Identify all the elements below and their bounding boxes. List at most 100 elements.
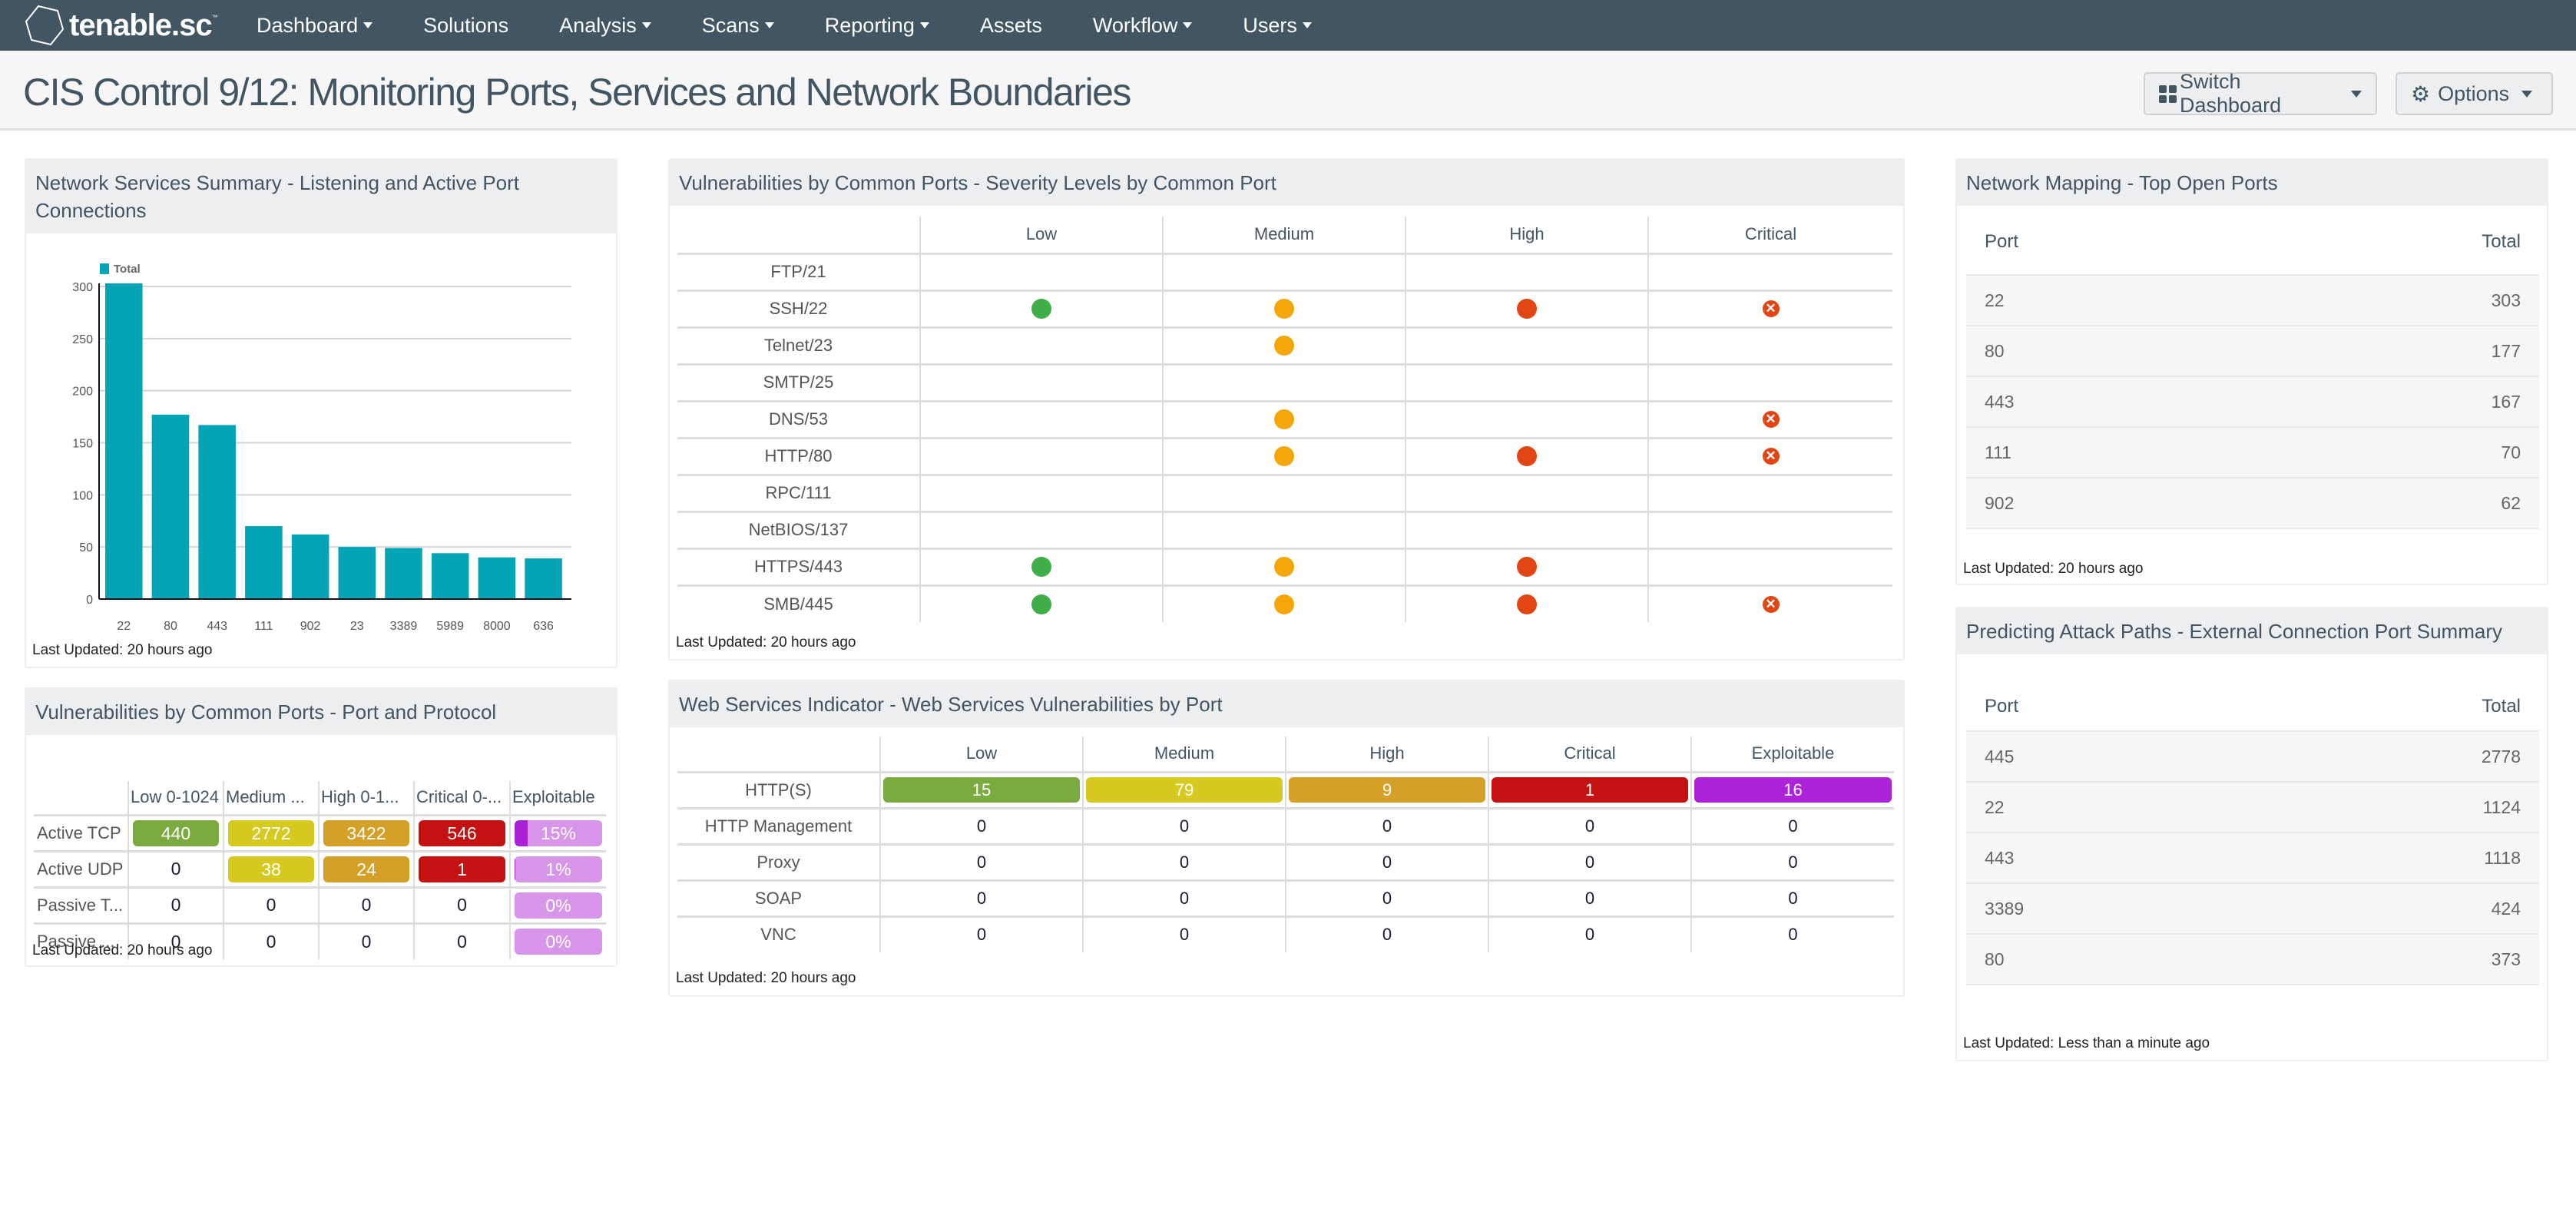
bar-port-23[interactable] <box>338 547 376 599</box>
table-row[interactable]: 445 2778 <box>1966 730 2539 782</box>
high-count[interactable]: 0 <box>1382 925 1392 944</box>
high-count-badge[interactable]: 24 <box>323 856 409 882</box>
critical-count[interactable]: 0 <box>1585 889 1594 908</box>
medium-count[interactable]: 0 <box>267 932 276 952</box>
bar-port-111[interactable] <box>245 526 283 599</box>
panel-title[interactable]: Vulnerabilities by Common Ports - Severi… <box>670 160 1903 206</box>
low-count[interactable]: 0 <box>171 895 181 915</box>
low-count[interactable]: 0 <box>977 925 986 944</box>
panel-title[interactable]: Vulnerabilities by Common Ports - Port a… <box>26 689 616 735</box>
column-header-total[interactable]: Total <box>2253 682 2539 731</box>
bar-port-636[interactable] <box>525 558 562 599</box>
critical-x-circle-icon[interactable]: ✕ <box>1762 300 1780 317</box>
medium-count[interactable]: 0 <box>1180 889 1189 908</box>
table-row[interactable]: 80 177 <box>1966 325 2539 376</box>
exploitable-progress-bar[interactable]: 0% <box>515 892 602 919</box>
high-count[interactable]: 0 <box>1382 816 1392 836</box>
high-severity-dot-icon[interactable] <box>1517 557 1537 577</box>
low-count-badge[interactable]: 440 <box>133 819 219 846</box>
high-severity-dot-icon[interactable] <box>1517 594 1537 614</box>
column-header[interactable]: Critical 0-... <box>413 781 510 816</box>
high-count[interactable]: 0 <box>1382 852 1392 872</box>
bar-port-3389[interactable] <box>385 548 422 599</box>
bar-port-80[interactable] <box>151 414 190 599</box>
column-header-total[interactable]: Total <box>2243 209 2539 275</box>
nav-item-assets[interactable]: Assets <box>980 14 1042 38</box>
table-row[interactable]: 80 373 <box>1966 933 2539 985</box>
medium-severity-dot-icon[interactable] <box>1274 557 1294 577</box>
bar-port-22[interactable] <box>105 283 143 599</box>
critical-count[interactable]: 0 <box>457 895 467 915</box>
row-label[interactable]: Active TCP <box>34 815 128 852</box>
column-header[interactable]: High 0-1... <box>318 781 414 816</box>
low-count[interactable]: 0 <box>171 859 181 879</box>
medium-count-badge[interactable]: 79 <box>1086 777 1283 803</box>
nav-item-workflow[interactable]: Workflow <box>1093 14 1193 38</box>
switch-dashboard-button[interactable]: Switch Dashboard <box>2144 70 2377 117</box>
exploitable-count[interactable]: 0 <box>1788 816 1797 836</box>
high-count[interactable]: 0 <box>1382 889 1392 908</box>
nav-item-users[interactable]: Users <box>1243 14 1312 38</box>
table-row[interactable]: 443 167 <box>1966 376 2539 427</box>
critical-count[interactable]: 0 <box>1585 816 1594 836</box>
row-label[interactable]: Passive T... <box>34 887 128 925</box>
medium-severity-dot-icon[interactable] <box>1274 336 1294 356</box>
medium-count[interactable]: 0 <box>1180 925 1189 944</box>
nav-item-dashboard[interactable]: Dashboard <box>257 14 373 38</box>
bar-port-8000[interactable] <box>478 557 516 599</box>
critical-count[interactable]: 0 <box>457 932 467 952</box>
table-row[interactable]: 902 62 <box>1966 477 2539 529</box>
exploitable-count[interactable]: 0 <box>1788 925 1797 944</box>
critical-x-circle-icon[interactable]: ✕ <box>1762 595 1780 613</box>
column-header[interactable]: Medium ... <box>223 781 319 816</box>
medium-count[interactable]: 0 <box>267 895 276 915</box>
critical-x-circle-icon[interactable]: ✕ <box>1762 411 1780 428</box>
tenable-logo[interactable]: tenable.sc ™ <box>23 3 218 48</box>
exploitable-progress-bar[interactable]: 15% <box>515 819 602 846</box>
critical-count[interactable]: 0 <box>1585 925 1594 944</box>
bar-port-5989[interactable] <box>431 553 469 599</box>
medium-count[interactable]: 0 <box>1180 816 1189 836</box>
table-row[interactable]: 22 1124 <box>1966 781 2539 833</box>
nav-item-solutions[interactable]: Solutions <box>423 14 508 38</box>
medium-count-badge[interactable]: 38 <box>228 856 314 882</box>
medium-severity-dot-icon[interactable] <box>1274 446 1294 466</box>
options-button[interactable]: ⚙ Options <box>2396 72 2553 115</box>
nav-item-analysis[interactable]: Analysis <box>559 14 651 38</box>
critical-count[interactable]: 0 <box>1585 852 1594 872</box>
exploitable-progress-bar[interactable]: 0% <box>515 929 602 955</box>
row-label[interactable]: Active UDP <box>34 851 128 889</box>
high-count-badge[interactable]: 9 <box>1289 777 1485 803</box>
high-severity-dot-icon[interactable] <box>1517 299 1537 319</box>
medium-count[interactable]: 0 <box>1180 852 1189 872</box>
exploitable-count-badge[interactable]: 16 <box>1694 777 1892 803</box>
low-severity-dot-icon[interactable] <box>1031 557 1051 577</box>
column-header[interactable]: Low 0-1024 <box>127 781 223 816</box>
column-header-port[interactable]: Port <box>1966 682 2253 731</box>
critical-count-badge[interactable]: 1 <box>419 856 505 882</box>
low-count[interactable]: 0 <box>977 852 986 872</box>
high-severity-dot-icon[interactable] <box>1517 446 1537 466</box>
high-count[interactable]: 0 <box>362 895 372 915</box>
bar-port-902[interactable] <box>291 534 329 599</box>
medium-severity-dot-icon[interactable] <box>1274 594 1294 614</box>
high-count-badge[interactable]: 3422 <box>323 819 409 846</box>
low-severity-dot-icon[interactable] <box>1031 299 1051 319</box>
medium-severity-dot-icon[interactable] <box>1274 299 1294 319</box>
critical-count-badge[interactable]: 546 <box>419 819 505 846</box>
low-count[interactable]: 0 <box>977 889 986 908</box>
medium-severity-dot-icon[interactable] <box>1274 409 1294 429</box>
exploitable-progress-bar[interactable]: 1% <box>515 856 602 882</box>
critical-count-badge[interactable]: 1 <box>1492 777 1688 803</box>
low-count-badge[interactable]: 15 <box>883 777 1080 803</box>
nav-item-reporting[interactable]: Reporting <box>825 14 929 38</box>
column-header[interactable]: Exploitable <box>509 781 606 816</box>
critical-x-circle-icon[interactable]: ✕ <box>1762 448 1780 465</box>
nav-item-scans[interactable]: Scans <box>702 14 774 38</box>
table-row[interactable]: 3389 424 <box>1966 882 2539 934</box>
panel-title[interactable]: Network Mapping - Top Open Ports <box>1957 160 2547 206</box>
table-row[interactable]: 443 1118 <box>1966 832 2539 883</box>
exploitable-count[interactable]: 0 <box>1788 852 1797 872</box>
table-row[interactable]: 111 70 <box>1966 426 2539 478</box>
table-row[interactable]: 22 303 <box>1966 274 2539 326</box>
